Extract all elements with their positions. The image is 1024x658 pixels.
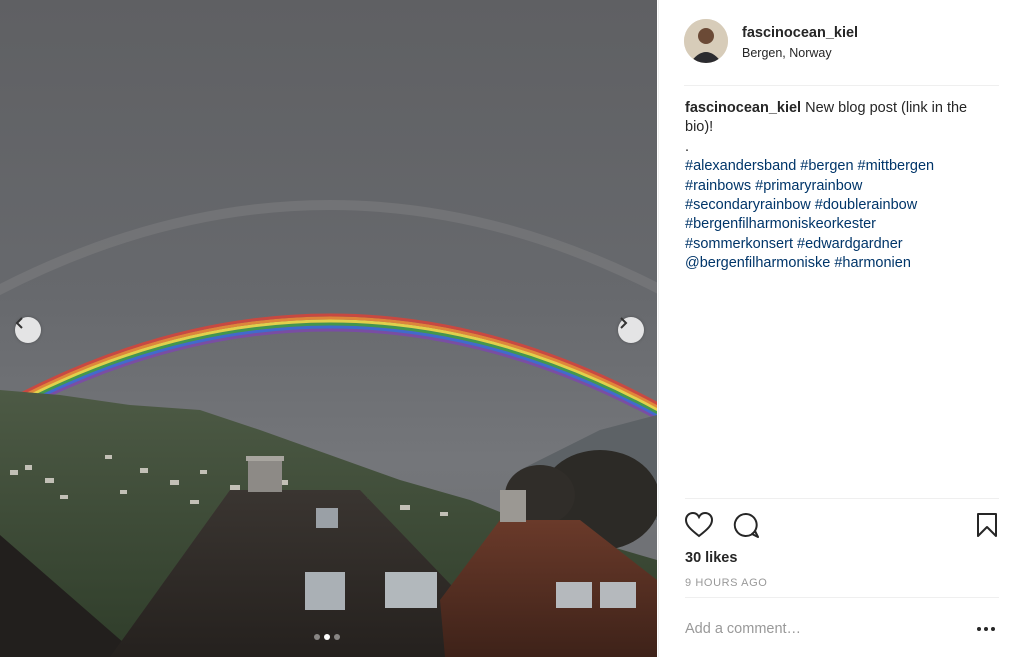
carousel-next-button[interactable]: [618, 317, 644, 343]
bookmark-icon: [977, 513, 997, 537]
post-caption: fascinocean_kiel New blog post (link in …: [685, 99, 985, 274]
chevron-left-icon: [15, 317, 23, 329]
post-username[interactable]: fascinocean_kiel: [742, 25, 858, 41]
carousel-indicator: [314, 634, 340, 640]
hashtag-link[interactable]: #mittbergen: [858, 158, 935, 174]
post-actions: 30 likes 9 HOURS AGO: [684, 498, 999, 589]
likes-count[interactable]: 30 likes: [685, 550, 737, 566]
hashtag-link[interactable]: #harmonien: [834, 255, 911, 271]
comment-bubble-icon: [733, 512, 759, 538]
caption-dot: .: [685, 138, 690, 155]
save-button[interactable]: [976, 512, 998, 543]
carousel-prev-button[interactable]: [15, 317, 41, 343]
hashtag-link[interactable]: #doublerainbow: [815, 197, 917, 213]
caption-username[interactable]: fascinocean_kiel: [685, 100, 801, 116]
post-detail-panel: fascinocean_kiel Bergen, Norway fascinoc…: [658, 0, 1024, 657]
hashtag-link[interactable]: #alexandersband: [685, 158, 796, 174]
avatar[interactable]: [684, 19, 728, 63]
comment-input[interactable]: [685, 618, 955, 640]
heart-icon: [684, 511, 714, 538]
hashtag-link[interactable]: #rainbows: [685, 178, 751, 194]
more-options-icon: [984, 627, 988, 631]
comment-button[interactable]: [733, 512, 759, 543]
post-photo[interactable]: [0, 0, 657, 657]
post-timestamp: 9 HOURS AGO: [685, 577, 768, 589]
more-options-icon: [991, 627, 995, 631]
carousel-dot: [334, 634, 340, 640]
hashtag-link[interactable]: #bergen: [800, 158, 853, 174]
user-avatar-image: [684, 19, 728, 63]
chevron-right-icon: [620, 317, 628, 329]
carousel-dot-active: [324, 634, 330, 640]
hashtag-link[interactable]: #secondaryrainbow: [685, 197, 811, 213]
like-button[interactable]: [684, 511, 714, 543]
hashtag-link[interactable]: #sommerkonsert: [685, 236, 793, 252]
post-location[interactable]: Bergen, Norway: [742, 46, 832, 60]
post-header: fascinocean_kiel Bergen, Norway: [684, 19, 999, 86]
carousel-dot: [314, 634, 320, 640]
caption-hashtags: #alexandersband #bergen #mittbergen #rai…: [685, 158, 934, 271]
hashtag-link[interactable]: #bergenfilharmoniskeorkester: [685, 216, 876, 232]
hashtag-link[interactable]: #edwardgardner: [797, 236, 903, 252]
mention-link[interactable]: @bergenfilharmoniske: [685, 255, 830, 271]
more-options-button[interactable]: [977, 627, 995, 631]
hashtag-link[interactable]: #primaryrainbow: [755, 178, 862, 194]
rainbow-landscape-image: [0, 0, 657, 657]
more-options-icon: [977, 627, 981, 631]
comment-form: [685, 597, 999, 658]
